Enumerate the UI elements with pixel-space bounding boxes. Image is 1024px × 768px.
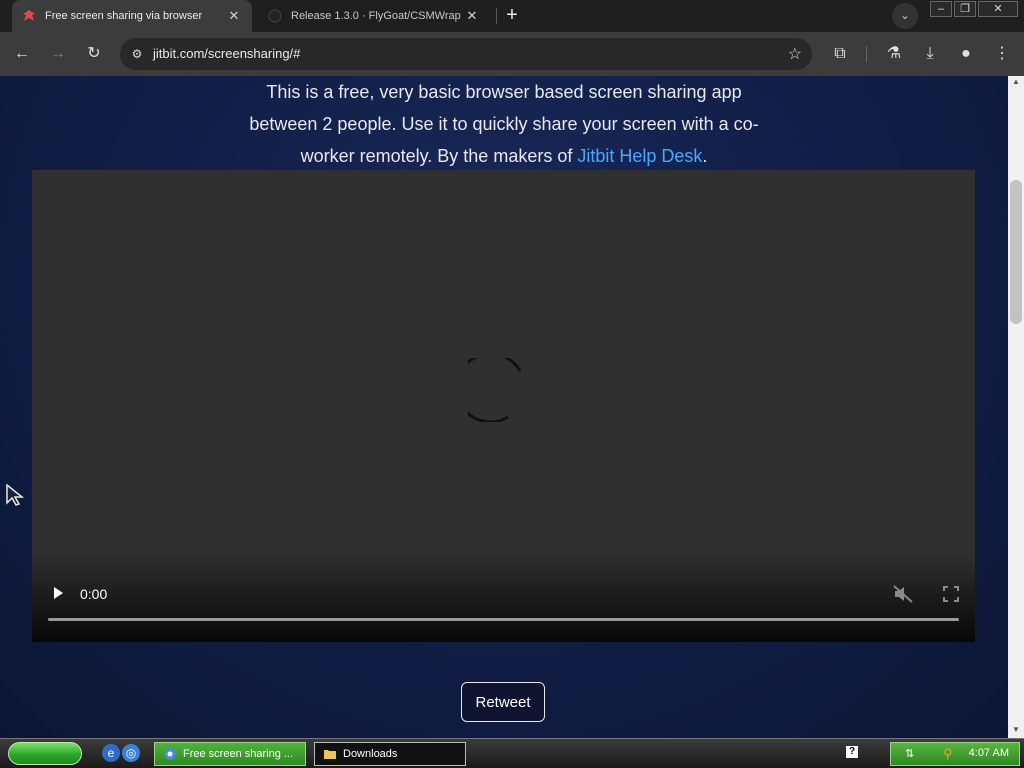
- close-window-button[interactable]: ✕: [978, 1, 1018, 17]
- help-icon[interactable]: ?: [846, 746, 858, 758]
- tab-screensharing[interactable]: Free screen sharing via browser ✕: [12, 0, 252, 32]
- menu-dots-icon[interactable]: ⋮: [988, 40, 1016, 68]
- browser-toolbar: ← → ↻ ⚙ jitbit.com/screensharing/# ☆ ⧉ ⚗…: [0, 32, 1024, 76]
- loading-spinner-icon: [468, 358, 522, 422]
- toolbar-separator: [866, 46, 867, 62]
- muted-speaker-icon[interactable]: [892, 584, 914, 604]
- fullscreen-icon[interactable]: [942, 585, 960, 603]
- intro-line: This is a free, very basic browser based…: [266, 82, 742, 102]
- intro-text: This is a free, very basic browser based…: [215, 76, 793, 172]
- minimize-button[interactable]: –: [930, 1, 952, 17]
- tab-close-icon[interactable]: ✕: [226, 8, 242, 24]
- taskbar: e ◎ Free screen sharing ... Downloads ? …: [0, 738, 1024, 768]
- jitbit-help-desk-link[interactable]: Jitbit Help Desk: [577, 146, 702, 166]
- scroll-up-arrow-icon[interactable]: ▲: [1012, 78, 1020, 86]
- taskbar-item-label: Downloads: [343, 748, 398, 760]
- intro-period: .: [702, 146, 708, 166]
- taskbar-item-label: Free screen sharing ...: [183, 748, 294, 760]
- intro-line: worker remotely. By the makers of Jitbit…: [215, 140, 793, 172]
- tab-title: Free screen sharing via browser: [45, 10, 203, 22]
- network-icon[interactable]: ⇅: [905, 747, 914, 760]
- current-time: 0:00: [80, 586, 108, 602]
- tab-github-release[interactable]: Release 1.3.0 · FlyGoat/CSMWrap ✕: [258, 0, 490, 32]
- url-text[interactable]: jitbit.com/screensharing/#: [153, 46, 300, 61]
- video-player[interactable]: 0:00: [32, 170, 975, 642]
- tab-search-chevron-icon[interactable]: ⌄: [892, 3, 918, 29]
- retweet-button[interactable]: Retweet: [461, 682, 545, 722]
- play-icon[interactable]: [50, 585, 66, 601]
- bookmark-star-icon[interactable]: ☆: [788, 44, 802, 64]
- controls-overlay: [32, 552, 975, 642]
- intro-line: between 2 people. Use it to quickly shar…: [249, 114, 759, 134]
- taskbar-item-downloads[interactable]: Downloads: [314, 742, 466, 766]
- tab-close-icon[interactable]: ✕: [464, 8, 480, 24]
- tab-title: Release 1.3.0 · FlyGoat/CSMWrap: [291, 10, 461, 22]
- system-tray: ⇅ ⚲ 4:07 AM: [890, 742, 1020, 766]
- tab-strip: Free screen sharing via browser ✕ Releas…: [0, 0, 1024, 32]
- download-icon[interactable]: ⤓: [916, 40, 944, 68]
- search-icon[interactable]: ⚲: [943, 746, 953, 762]
- tab-separator: [496, 8, 497, 24]
- labs-flask-icon[interactable]: ⚗: [880, 40, 908, 68]
- forward-arrow-icon[interactable]: →: [44, 40, 72, 68]
- intro-line-text: worker remotely. By the makers of: [300, 146, 578, 166]
- scroll-down-arrow-icon[interactable]: ▼: [1012, 726, 1020, 734]
- extensions-icon[interactable]: ⧉: [826, 40, 854, 68]
- page-viewport: This is a free, very basic browser based…: [0, 76, 1008, 738]
- scrollbar-thumb[interactable]: [1010, 180, 1022, 324]
- clock: 4:07 AM: [968, 747, 1009, 759]
- folder-icon: [324, 750, 336, 759]
- browser-quicklaunch-icon[interactable]: ◎: [122, 744, 140, 762]
- vertical-scrollbar[interactable]: ▲ ▼: [1008, 76, 1024, 738]
- reload-icon[interactable]: ↻: [80, 40, 108, 68]
- chrome-icon: [164, 748, 176, 760]
- site-settings-icon[interactable]: ⚙: [128, 45, 146, 63]
- mouse-cursor-icon: [6, 484, 24, 506]
- profile-icon[interactable]: ●: [952, 40, 980, 68]
- new-tab-button[interactable]: +: [500, 3, 524, 27]
- taskbar-item-browser[interactable]: Free screen sharing ...: [154, 742, 306, 766]
- back-arrow-icon[interactable]: ←: [8, 40, 36, 68]
- restore-button[interactable]: ❐: [954, 1, 976, 17]
- github-icon: [268, 9, 282, 23]
- seek-bar[interactable]: [48, 618, 959, 621]
- jitbit-icon: [23, 10, 35, 21]
- internet-explorer-icon[interactable]: e: [102, 744, 120, 762]
- address-bar[interactable]: ⚙ jitbit.com/screensharing/# ☆: [120, 38, 812, 70]
- start-button[interactable]: [8, 742, 82, 765]
